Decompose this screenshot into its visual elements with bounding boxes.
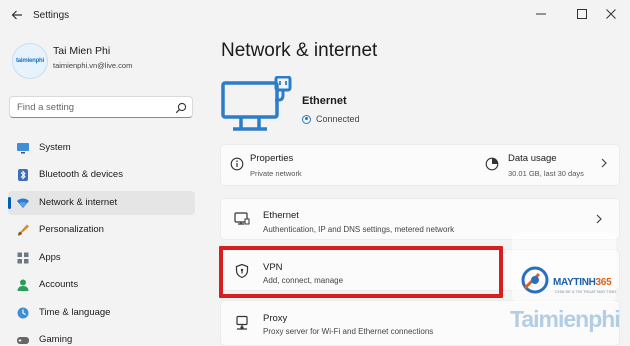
watermark-brand-main: MAYTINH	[553, 277, 596, 288]
chevron-right-icon[interactable]	[600, 157, 608, 172]
search-icon[interactable]	[175, 101, 187, 114]
sidebar-item-label: Gaming	[39, 334, 73, 345]
ethernet-monitor-icon	[221, 75, 293, 138]
data-usage-subtitle: 30.01 GB, last 30 days	[508, 169, 584, 178]
window-title: Settings	[33, 10, 70, 21]
watermark-brand: MAYTINH365	[553, 277, 612, 288]
watermark-site: Taimienphi	[510, 306, 621, 332]
sidebar-item-personalization[interactable]: Personalization	[8, 218, 195, 242]
sidebar-item-gaming[interactable]: Gaming	[8, 328, 195, 346]
user-name: Tai Mien Phi	[53, 45, 111, 57]
user-email: taimienphi.vn@live.com	[53, 61, 133, 70]
data-usage-link[interactable]: Data usage	[508, 153, 557, 164]
wifi-icon	[16, 196, 30, 210]
sidebar-item-label: Bluetooth & devices	[39, 169, 123, 180]
bluetooth-icon	[16, 168, 30, 182]
sidebar-item-system[interactable]: System	[8, 136, 195, 160]
connection-status-label: Connected	[316, 114, 360, 124]
sidebar-item-label: Apps	[39, 252, 61, 263]
sidebar-item-label: Accounts	[39, 279, 79, 290]
watermark-tagline: CHIA SE & TIN THUAT MAY TINH	[555, 289, 616, 294]
sidebar: taimienphi Tai Mien Phi taimienphi.vn@li…	[0, 32, 205, 346]
active-indicator	[8, 197, 11, 209]
sidebar-item-time-language[interactable]: Time & language	[8, 301, 195, 325]
properties-link[interactable]: Properties	[250, 153, 293, 164]
globe-clock-icon	[16, 306, 30, 320]
gamepad-icon	[16, 333, 30, 346]
watermark-brand-num: 365	[595, 277, 612, 288]
sidebar-item-accounts[interactable]: Accounts	[8, 273, 195, 297]
chevron-right-icon[interactable]	[595, 213, 603, 228]
brush-icon	[16, 223, 30, 237]
apps-icon	[16, 251, 30, 265]
data-usage-icon	[485, 157, 499, 171]
sidebar-item-bluetooth[interactable]: Bluetooth & devices	[8, 163, 195, 187]
proxy-card-subtitle: Proxy server for Wi-Fi and Ethernet conn…	[263, 327, 434, 336]
properties-subtitle: Private network	[250, 169, 302, 178]
search-box[interactable]: Find a setting	[9, 96, 193, 118]
properties-data-usage-card: Properties Private network Data usage 30…	[220, 144, 620, 186]
minimize-button[interactable]	[528, 2, 554, 26]
connection-name: Ethernet	[302, 95, 347, 107]
sidebar-item-label: Personalization	[39, 224, 104, 235]
ethernet-port-icon	[234, 211, 250, 227]
maximize-button[interactable]	[569, 2, 595, 26]
ethernet-card-subtitle: Authentication, IP and DNS settings, met…	[263, 225, 455, 234]
close-button[interactable]	[598, 2, 624, 26]
search-input[interactable]: Find a setting	[17, 102, 74, 113]
info-icon	[230, 157, 244, 171]
sidebar-item-label: Time & language	[39, 307, 111, 318]
title-bar: Settings	[0, 0, 630, 32]
sidebar-item-apps[interactable]: Apps	[8, 246, 195, 270]
watermark-logo	[519, 262, 553, 296]
connected-status-icon	[302, 114, 311, 124]
sidebar-item-label: Network & internet	[39, 197, 118, 208]
proxy-card-title: Proxy	[263, 313, 288, 324]
ethernet-card-title: Ethernet	[263, 210, 299, 221]
proxy-monitor-icon	[234, 315, 250, 331]
connection-status: Connected	[302, 114, 360, 124]
sidebar-item-network[interactable]: Network & internet	[8, 191, 195, 215]
avatar-logo: taimienphi	[15, 58, 44, 64]
person-icon	[16, 278, 30, 292]
sidebar-item-label: System	[39, 142, 71, 153]
monitor-icon	[16, 141, 30, 155]
avatar[interactable]: taimienphi	[12, 43, 48, 79]
vpn-highlight-box	[219, 246, 503, 298]
page-title: Network & internet	[221, 40, 378, 61]
back-arrow-icon[interactable]	[8, 6, 26, 24]
